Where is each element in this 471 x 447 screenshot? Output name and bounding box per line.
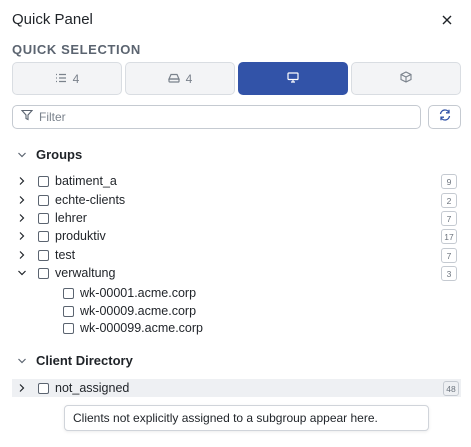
chevron-right-icon[interactable] — [16, 175, 28, 187]
tab-drive[interactable]: 4 — [125, 62, 235, 95]
group-item-lehrer[interactable]: lehrer 7 — [16, 209, 459, 227]
client-name: wk-000099.acme.corp — [80, 321, 203, 335]
count-badge: 7 — [441, 248, 457, 263]
filter-icon — [20, 108, 34, 126]
group-item-echte-clients[interactable]: echte-clients 2 — [16, 191, 459, 209]
chevron-right-icon[interactable] — [16, 194, 28, 206]
directory-checkbox[interactable] — [38, 382, 49, 394]
filter-field — [12, 105, 421, 129]
refresh-button[interactable] — [428, 105, 461, 129]
tab-cube[interactable] — [351, 62, 461, 95]
client-item[interactable]: wk-00001.acme.corp — [63, 284, 459, 302]
directory-item-not-assigned[interactable]: not_assigned 48 — [12, 379, 461, 397]
quick-panel: Quick Panel QUICK SELECTION 4 4 Filter G… — [0, 0, 471, 447]
count-badge: 3 — [441, 266, 457, 281]
group-name: test — [55, 248, 76, 262]
group-item-batiment-a[interactable]: batiment_a 9 — [16, 172, 459, 190]
group-name: batiment_a — [55, 174, 117, 188]
client-name: wk-00001.acme.corp — [80, 286, 197, 300]
drive-icon — [167, 72, 180, 86]
count-badge: 7 — [441, 211, 457, 226]
chevron-down-icon[interactable] — [16, 267, 28, 279]
group-item-produktiv[interactable]: produktiv 17 — [16, 227, 459, 245]
groups-label: Groups — [36, 147, 83, 162]
panel-header: Quick Panel — [12, 10, 459, 32]
chevron-right-icon[interactable] — [16, 212, 28, 224]
group-checkbox[interactable] — [38, 267, 49, 279]
group-checkbox[interactable] — [38, 249, 49, 261]
count-badge: 2 — [441, 193, 457, 208]
chevron-down-icon[interactable] — [16, 355, 28, 367]
quick-selection-tabs: 4 4 — [12, 62, 461, 95]
client-directory-header[interactable]: Client Directory — [16, 353, 133, 368]
client-item[interactable]: wk-000099.acme.corp — [63, 319, 459, 337]
group-item-verwaltung[interactable]: verwaltung 3 — [16, 264, 459, 282]
filter-input[interactable] — [39, 110, 399, 124]
tab-drive-count: 4 — [185, 71, 193, 86]
client-name: wk-00009.acme.corp — [80, 304, 197, 318]
chevron-right-icon[interactable] — [16, 230, 28, 242]
directory-name: not_assigned — [55, 381, 130, 395]
chevron-right-icon[interactable] — [16, 382, 28, 394]
refresh-icon — [438, 108, 452, 127]
client-item[interactable]: wk-00009.acme.corp — [63, 302, 459, 320]
tab-list[interactable]: 4 — [12, 62, 122, 95]
quick-selection-label: QUICK SELECTION — [12, 42, 141, 57]
groups-header[interactable]: Groups — [16, 147, 82, 162]
close-icon[interactable] — [439, 12, 455, 28]
list-icon — [55, 72, 67, 86]
chevron-right-icon[interactable] — [16, 249, 28, 261]
group-name: verwaltung — [55, 266, 116, 280]
group-name: produktiv — [55, 229, 106, 243]
tab-monitor[interactable] — [238, 62, 348, 95]
cube-icon — [400, 71, 412, 86]
group-checkbox[interactable] — [38, 194, 49, 206]
tooltip: Clients not explicitly assigned to a sub… — [64, 405, 429, 431]
client-checkbox[interactable] — [63, 322, 74, 334]
client-directory-label: Client Directory — [36, 353, 133, 368]
group-checkbox[interactable] — [38, 230, 49, 242]
count-badge: 48 — [443, 381, 459, 396]
group-name: echte-clients — [55, 193, 126, 207]
monitor-icon — [287, 71, 299, 86]
count-badge: 9 — [441, 174, 457, 189]
group-item-test[interactable]: test 7 — [16, 246, 459, 264]
group-checkbox[interactable] — [38, 175, 49, 187]
chevron-down-icon[interactable] — [16, 149, 28, 161]
panel-title: Quick Panel — [12, 11, 93, 28]
count-badge: 17 — [441, 229, 457, 244]
tab-list-count: 4 — [72, 71, 80, 86]
group-checkbox[interactable] — [38, 212, 49, 224]
client-checkbox[interactable] — [63, 305, 74, 317]
group-name: lehrer — [55, 211, 87, 225]
client-checkbox[interactable] — [63, 287, 74, 299]
